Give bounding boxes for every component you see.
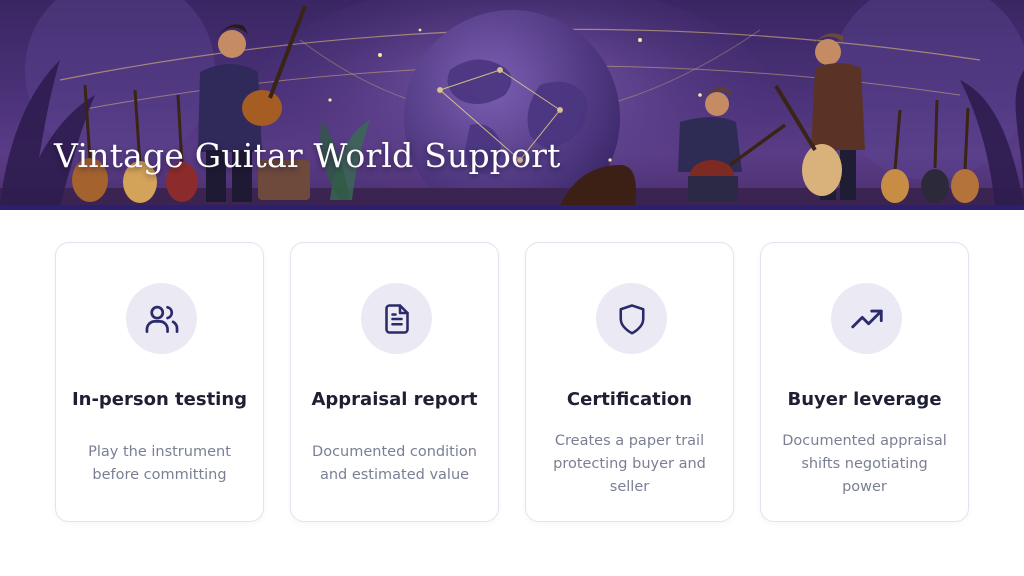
icon-badge xyxy=(596,283,667,354)
card-title: Certification xyxy=(566,389,693,410)
hero-banner: Vintage Guitar World Support xyxy=(0,0,1024,205)
card-title: Buyer leverage xyxy=(787,389,942,410)
feature-card-appraisal-report: Appraisal report Documented condition an… xyxy=(290,242,499,522)
icon-badge xyxy=(361,283,432,354)
trending-up-icon xyxy=(850,309,883,328)
shield-icon xyxy=(618,303,645,335)
icon-badge xyxy=(126,283,197,354)
card-description: Creates a paper trail protecting buyer a… xyxy=(553,433,706,495)
card-description: Documented condition and estimated value xyxy=(312,444,477,483)
users-icon xyxy=(145,305,178,333)
icon-badge xyxy=(831,283,902,354)
card-title: Appraisal report xyxy=(311,389,478,410)
feature-card-certification: Certification Creates a paper trail prot… xyxy=(525,242,734,522)
feature-card-buyer-leverage: Buyer leverage Documented appraisal shif… xyxy=(760,242,969,522)
card-description: Documented appraisal shifts negotiating … xyxy=(782,433,947,495)
hero-divider xyxy=(0,205,1024,210)
card-description: Play the instrument before committing xyxy=(88,444,231,483)
card-title: In-person testing xyxy=(71,389,248,410)
document-icon xyxy=(384,303,409,334)
page-title: Vintage Guitar World Support xyxy=(54,136,561,175)
feature-card-in-person-testing: In-person testing Play the instrument be… xyxy=(55,242,264,522)
